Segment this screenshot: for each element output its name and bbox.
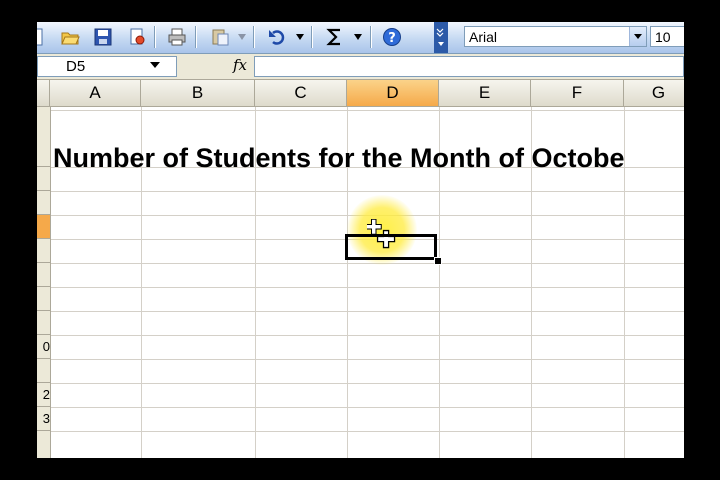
font-size-value: 10	[655, 29, 671, 45]
open-icon[interactable]	[59, 26, 81, 48]
active-cell-d5[interactable]	[345, 234, 437, 260]
insert-function-button[interactable]: fx	[233, 56, 247, 74]
formula-input[interactable]	[254, 56, 684, 77]
formula-bar: D5 fx	[37, 54, 684, 80]
column-header-c[interactable]: C	[255, 80, 347, 106]
row-header[interactable]	[37, 107, 50, 167]
column-header-e[interactable]: E	[439, 80, 531, 106]
row-header[interactable]	[37, 287, 50, 311]
autosum-icon[interactable]	[324, 26, 346, 48]
font-name-combobox[interactable]: Arial	[464, 26, 647, 47]
row-header[interactable]	[37, 167, 50, 191]
undo-dropdown-icon[interactable]	[296, 34, 304, 40]
title-cell-text[interactable]: Number of Students for the Month of Octo…	[53, 143, 624, 174]
column-header-d[interactable]: D	[347, 80, 439, 106]
name-box-dropdown-icon[interactable]	[149, 60, 161, 70]
font-size-combobox[interactable]: 10	[650, 26, 684, 47]
help-icon[interactable]: ?	[381, 26, 403, 48]
paste-icon[interactable]	[209, 26, 231, 48]
column-header-g[interactable]: G	[624, 80, 684, 106]
column-header-a[interactable]: A	[50, 80, 141, 106]
print-icon[interactable]	[166, 26, 188, 48]
row-header[interactable]	[37, 263, 50, 287]
autosum-dropdown-icon[interactable]	[354, 34, 362, 40]
name-box-value: D5	[66, 58, 86, 75]
fill-handle[interactable]	[434, 257, 442, 265]
print-preview-icon[interactable]	[126, 26, 148, 48]
row-header[interactable]	[37, 239, 50, 263]
column-header-b[interactable]: B	[141, 80, 255, 106]
undo-icon[interactable]	[266, 26, 288, 48]
standard-toolbar: ? Arial 10	[37, 22, 684, 54]
column-header-f[interactable]: F	[531, 80, 624, 106]
toolbar-options-grip[interactable]	[434, 22, 448, 53]
row-header[interactable]	[37, 191, 50, 215]
row-header[interactable]: 0	[37, 335, 50, 359]
new-icon[interactable]	[37, 26, 47, 48]
row-header[interactable]: 3	[37, 407, 50, 431]
row-headers: 0 2 3	[37, 107, 51, 458]
select-all-corner[interactable]	[37, 80, 50, 106]
worksheet-grid: A B C D E F G 0 2 3 Number of Students f…	[37, 80, 684, 458]
cell-area[interactable]: Number of Students for the Month of Octo…	[51, 107, 684, 458]
chevron-down-icon[interactable]	[629, 27, 646, 46]
svg-text:?: ?	[388, 31, 396, 46]
row-header[interactable]	[37, 359, 50, 383]
row-header[interactable]: 2	[37, 383, 50, 407]
excel-window: ? Arial 10 D5 fx A B C D E F G 0 2 3 Num…	[37, 22, 684, 458]
save-icon[interactable]	[92, 26, 114, 48]
paste-dropdown-icon[interactable]	[238, 34, 246, 40]
row-header-active[interactable]	[37, 215, 50, 239]
column-headers: A B C D E F G	[37, 80, 684, 107]
row-header[interactable]	[37, 311, 50, 335]
font-name-value: Arial	[469, 29, 498, 45]
